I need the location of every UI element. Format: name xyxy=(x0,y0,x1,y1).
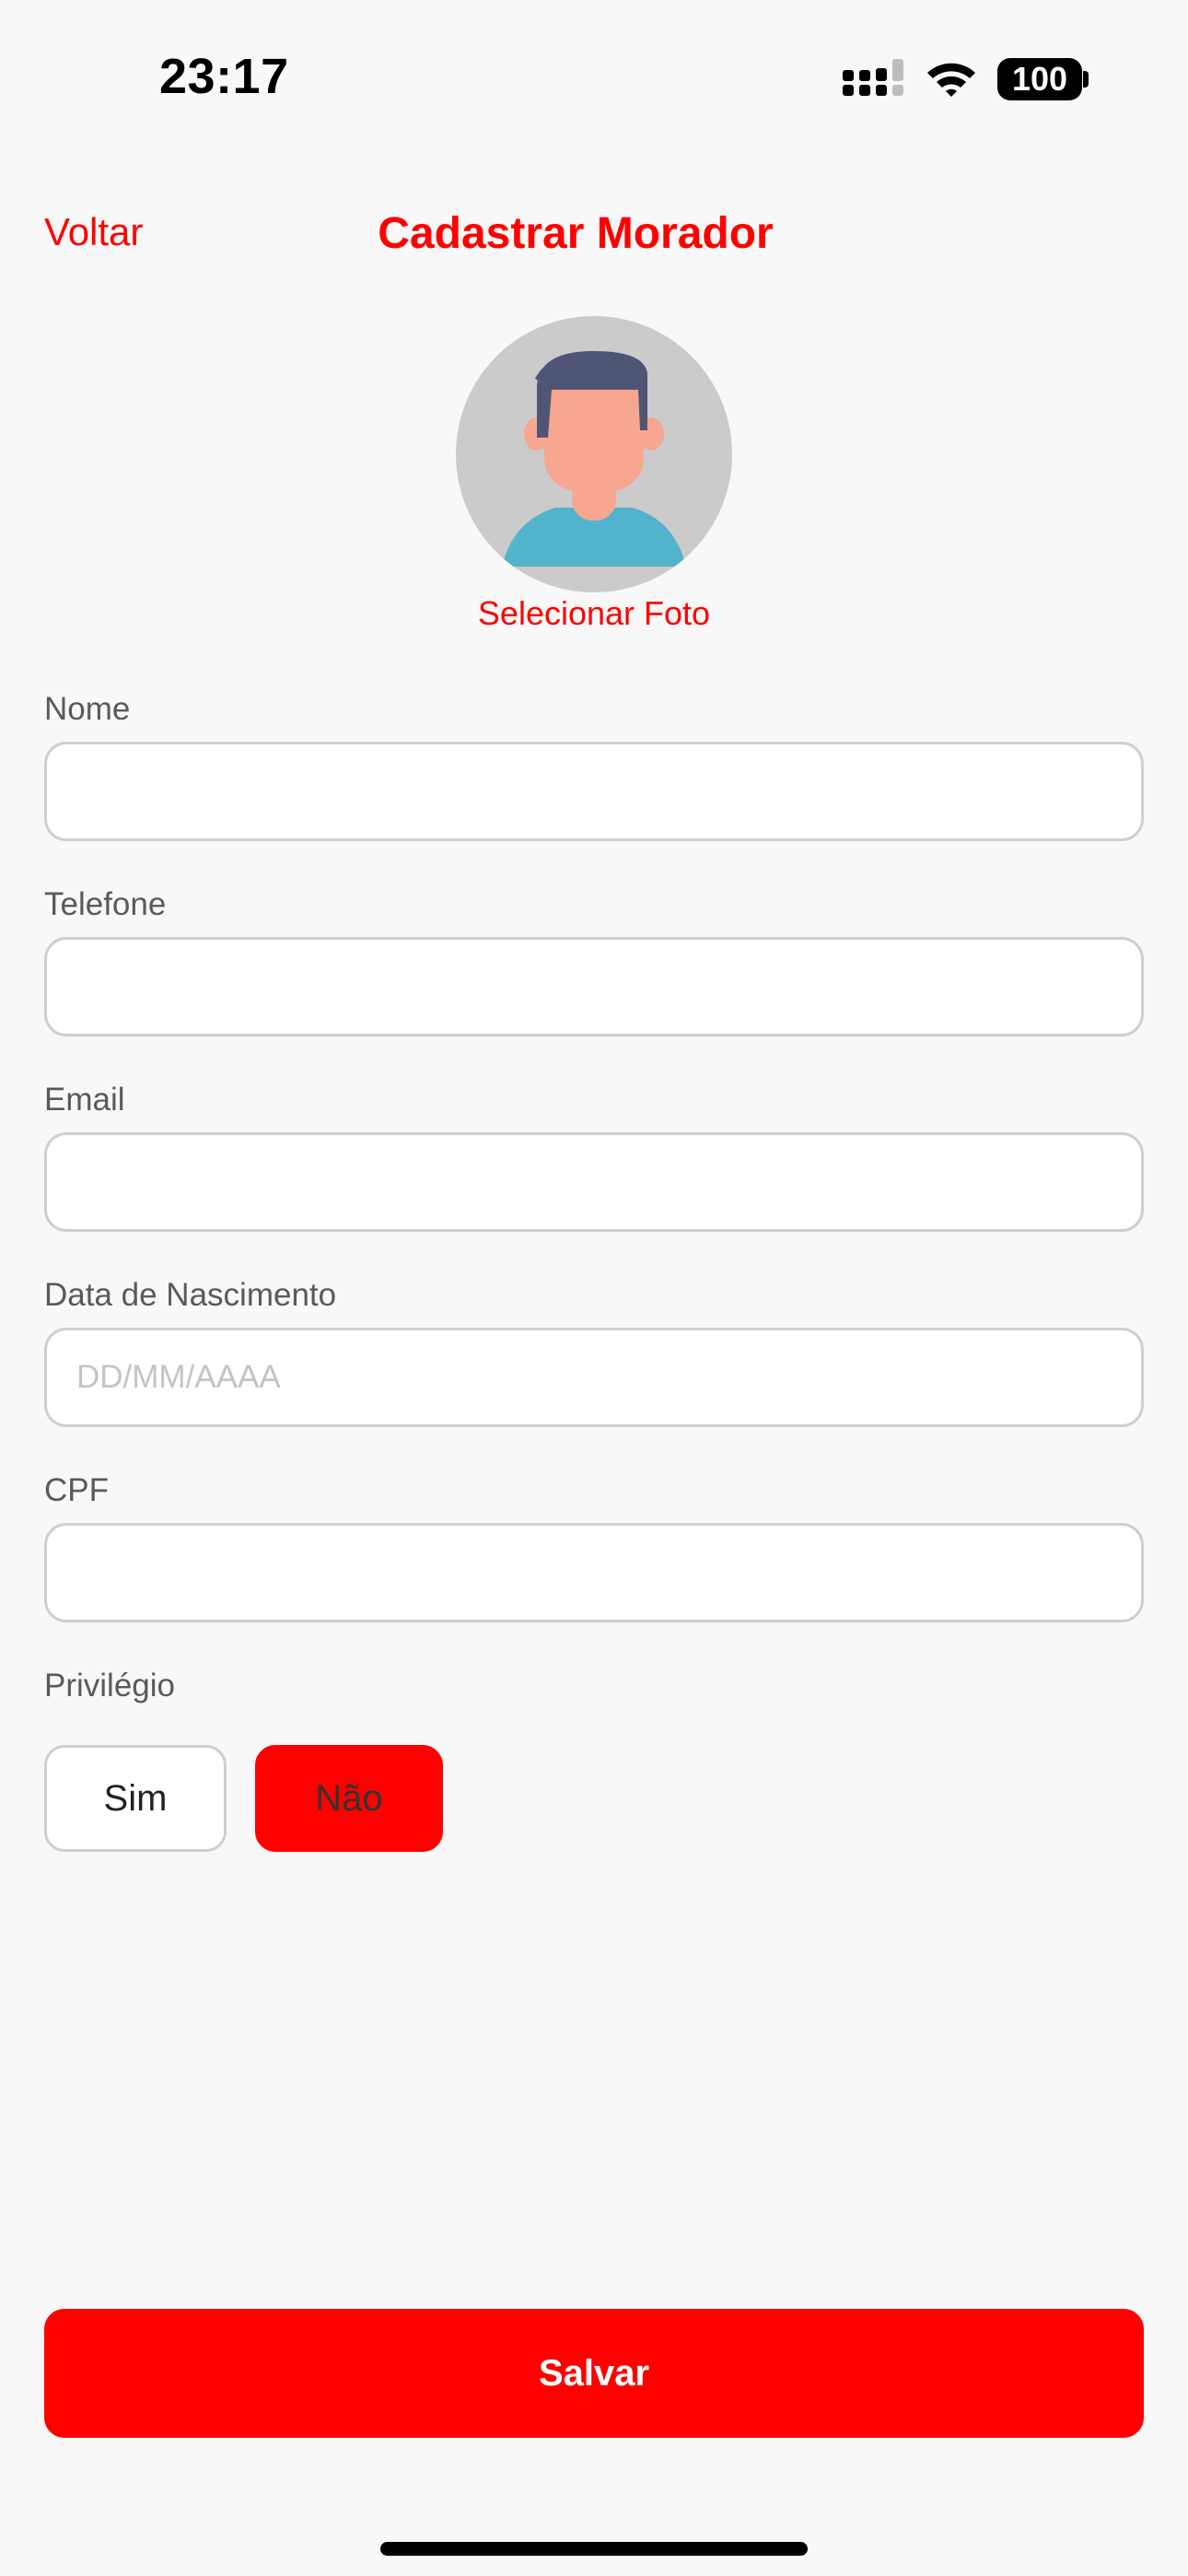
birthdate-label: Data de Nascimento xyxy=(44,1277,337,1313)
battery-nub xyxy=(1083,71,1089,88)
select-photo-button[interactable]: Selecionar Foto xyxy=(0,594,1188,633)
telefone-label: Telefone xyxy=(44,886,167,922)
page-title: Cadastrar Morador xyxy=(378,209,774,258)
nome-label: Nome xyxy=(44,691,131,727)
privilege-yes-button[interactable]: Sim xyxy=(44,1745,227,1852)
nome-input[interactable] xyxy=(44,742,1144,841)
register-resident-screen: 23:17 100 Voltar Cadastrar Morador Selec… xyxy=(0,0,1188,2576)
birthdate-input[interactable] xyxy=(44,1328,1144,1427)
cpf-input[interactable] xyxy=(44,1523,1144,1622)
email-label: Email xyxy=(44,1082,125,1118)
signal-icon xyxy=(843,59,903,96)
save-button[interactable]: Salvar xyxy=(44,2309,1144,2438)
battery-icon: 100 xyxy=(997,58,1082,100)
cpf-label: CPF xyxy=(44,1472,109,1508)
email-input[interactable] xyxy=(44,1132,1144,1232)
wifi-icon xyxy=(927,63,975,97)
user-avatar-icon[interactable] xyxy=(456,316,732,592)
privilege-label: Privilégio xyxy=(44,1668,175,1704)
telefone-input[interactable] xyxy=(44,937,1144,1036)
home-indicator xyxy=(380,2542,808,2556)
privilege-no-button[interactable]: Não xyxy=(255,1745,443,1852)
status-time: 23:17 xyxy=(159,49,289,104)
avatar-illustration xyxy=(502,351,686,567)
